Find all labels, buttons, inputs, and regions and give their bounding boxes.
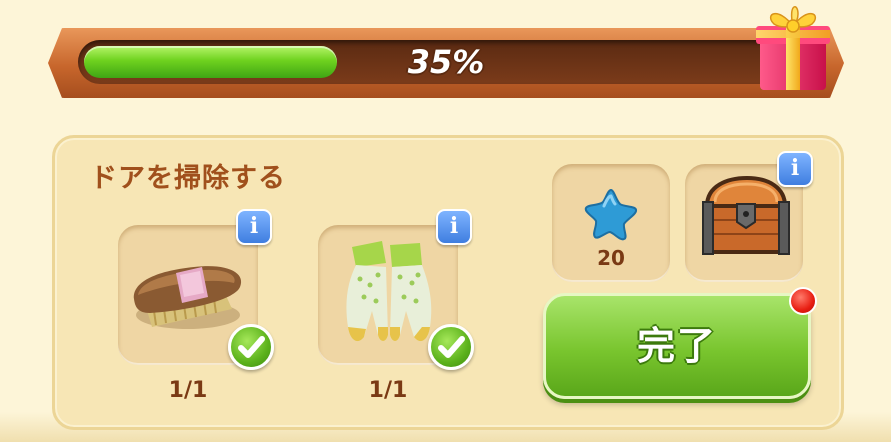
treasure-chest-icon [702, 175, 790, 255]
gloves-check-icon [428, 324, 474, 370]
gloves-count-label: 1/1 [368, 378, 408, 403]
notification-dot [789, 287, 817, 315]
progress-percent-label: 35% [407, 43, 485, 81]
gift-box-icon[interactable] [752, 0, 834, 92]
gloves-info-button[interactable]: i [436, 209, 472, 245]
task-title: ドアを掃除する [90, 163, 286, 194]
reward-slot-star: 20 [552, 164, 670, 282]
brush-info-button[interactable]: i [236, 209, 272, 245]
brush-check-icon [228, 324, 274, 370]
complete-button-label: 完了 [636, 324, 717, 368]
chest-info-button[interactable]: i [777, 151, 813, 187]
brush-count-label: 1/1 [168, 378, 208, 403]
complete-button[interactable]: 完了 [543, 293, 811, 399]
blue-star-icon [584, 188, 637, 241]
brush-icon [133, 266, 242, 329]
star-amount-label: 20 [597, 246, 625, 270]
